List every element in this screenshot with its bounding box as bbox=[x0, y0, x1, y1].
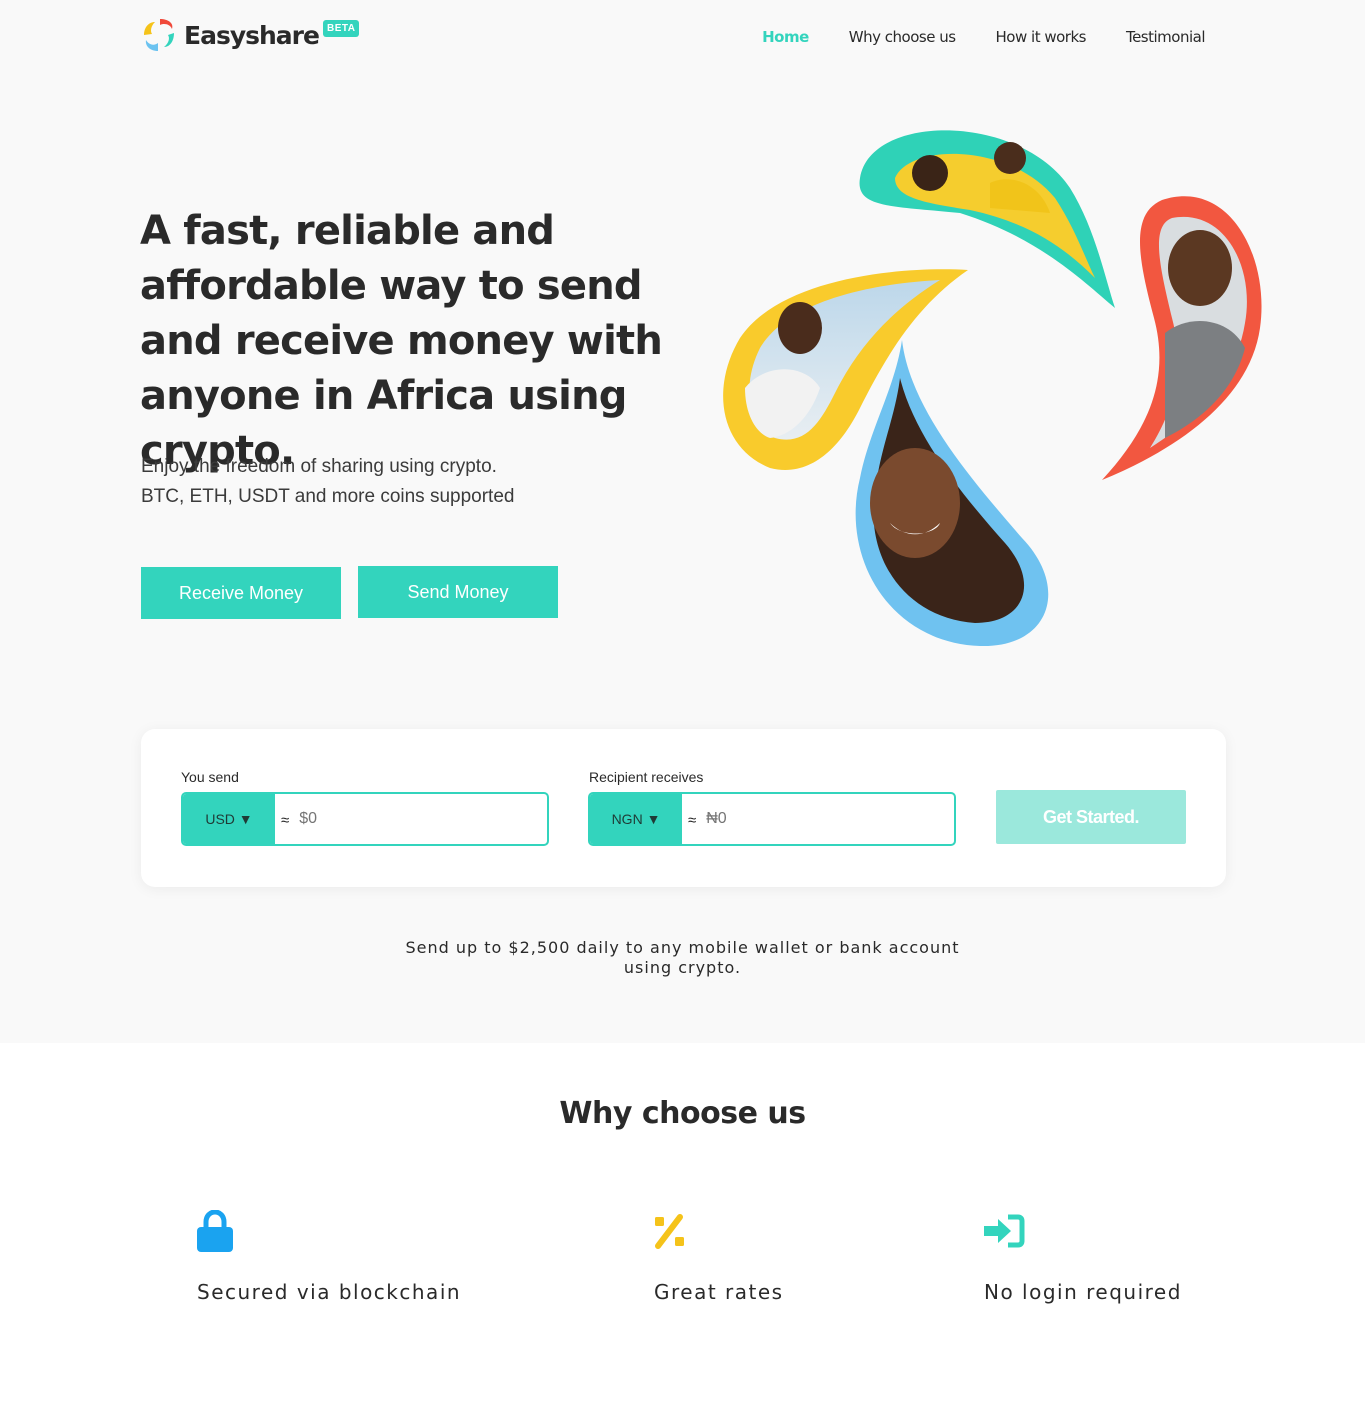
sign-in-icon bbox=[984, 1214, 1025, 1248]
send-amount-input[interactable] bbox=[299, 794, 500, 844]
blue-photo-drop bbox=[855, 340, 1049, 647]
hero-subtext-line-2: BTC, ETH, USDT and more coins supported bbox=[141, 486, 515, 507]
hero-subtext: Enjoy the freedom of sharing using crypt… bbox=[141, 452, 701, 512]
get-started-button[interactable]: Get Started. bbox=[996, 790, 1186, 844]
feature-no-login: No login required bbox=[984, 1210, 1182, 1304]
brand-name: Easyshare bbox=[184, 20, 320, 50]
feature-no-login-label: No login required bbox=[984, 1280, 1182, 1304]
receive-currency-value: NGN bbox=[611, 811, 643, 827]
feature-great-rates-label: Great rates bbox=[654, 1280, 784, 1304]
nav-item-how-it-works[interactable]: How it works bbox=[996, 28, 1087, 46]
main-nav: Home Why choose us How it works Testimon… bbox=[722, 28, 1205, 46]
send-currency-select[interactable]: USD ▼ bbox=[183, 794, 275, 844]
why-choose-us-title: Why choose us bbox=[559, 1096, 806, 1131]
red-photo-drop bbox=[1102, 196, 1262, 480]
nav-item-why-choose-us[interactable]: Why choose us bbox=[849, 28, 956, 46]
send-amount-field: USD ▼ ≈ bbox=[181, 792, 549, 846]
hero-illustration bbox=[723, 130, 1262, 647]
percent-icon bbox=[655, 1214, 684, 1249]
feature-secured: Secured via blockchain bbox=[197, 1210, 461, 1304]
recipient-receives-label: Recipient receives bbox=[589, 769, 704, 785]
feature-secured-label: Secured via blockchain bbox=[197, 1280, 462, 1304]
converter-card: You send USD ▼ ≈ Recipient receives NGN … bbox=[141, 729, 1226, 887]
caret-down-icon: ▼ bbox=[646, 811, 661, 827]
send-money-button[interactable]: Send Money bbox=[358, 566, 558, 618]
approx-symbol: ≈ bbox=[281, 812, 290, 829]
receive-money-button[interactable]: Receive Money bbox=[141, 567, 341, 619]
feature-great-rates: Great rates bbox=[654, 1210, 784, 1304]
receive-amount-input[interactable] bbox=[706, 794, 907, 844]
daily-limit-text: Send up to $2,500 daily to any mobile wa… bbox=[405, 938, 960, 977]
approx-symbol: ≈ bbox=[688, 812, 697, 829]
logo-mark-icon bbox=[144, 19, 174, 51]
caret-down-icon: ▼ bbox=[238, 811, 253, 827]
beta-badge: BETA bbox=[322, 19, 360, 37]
receive-amount-field: NGN ▼ ≈ bbox=[588, 792, 956, 846]
nav-item-testimonial[interactable]: Testimonial bbox=[1126, 28, 1206, 46]
hero-subtext-line-1: Enjoy the freedom of sharing using crypt… bbox=[141, 456, 497, 477]
receive-currency-select[interactable]: NGN ▼ bbox=[590, 794, 682, 844]
nav-item-home[interactable]: Home bbox=[762, 28, 809, 46]
send-currency-value: USD bbox=[205, 811, 235, 827]
brand-logo[interactable]: Easyshare BETA bbox=[140, 16, 360, 54]
you-send-label: You send bbox=[181, 769, 239, 785]
lock-icon bbox=[197, 1210, 233, 1252]
hero-headline: A fast, reliable and affordable way to s… bbox=[140, 208, 663, 474]
